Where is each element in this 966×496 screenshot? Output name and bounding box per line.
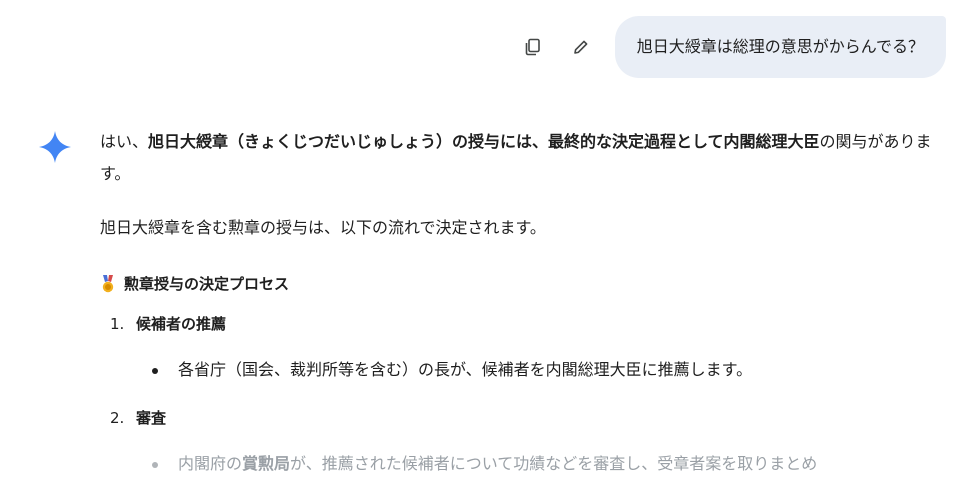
bullet-text-pre: 内閣府の [178, 454, 243, 473]
bullet-text-post: が、推薦された候補者について功績などを審査し、受章者案を取りまとめ [290, 454, 818, 473]
step-number: 1. [110, 315, 125, 333]
user-message-bubble: 旭日大綬章は総理の意思がからんでる？ [614, 16, 946, 78]
bullet-dot [152, 368, 158, 374]
bullet-text: 各省庁（国会、裁判所等を含む）の長が、候補者を内閣総理大臣に推薦します。 [178, 360, 753, 379]
intro-bold-text: 旭日大綬章（きょくじつだいじゅしょう）の授与には、最終的な決定過程として内閣総理… [148, 132, 820, 151]
edit-button[interactable] [561, 27, 601, 67]
step-title: 審査 [136, 409, 167, 427]
copy-icon [525, 38, 540, 56]
bullet-text: 内閣府の賞勲局が、推薦された候補者について功績などを審査し、受章者案を取りまとめ [148, 448, 950, 480]
section-heading: 勲章授与の決定プロセス [100, 268, 950, 300]
pencil-icon [573, 40, 588, 54]
copy-button[interactable] [513, 27, 553, 67]
step-item: 1. 候補者の推薦 各省庁（国会、裁判所等を含む）の長が、候補者を内閣総理大臣に推… [100, 308, 950, 386]
step-item: 2. 審査 内閣府の賞勲局が、推薦された候補者について功績などを審査し、受章者案を… [100, 402, 950, 480]
step-title: 候補者の推薦 [136, 315, 227, 333]
medal-icon [102, 275, 114, 293]
bullet-bold-text: 賞勲局 [242, 454, 291, 473]
step-bullet: 内閣府の賞勲局が、推薦された候補者について功績などを審査し、受章者案を取りまとめ [100, 448, 950, 480]
intro-text-1: はい、 [100, 132, 149, 151]
user-message-row: 旭日大綬章は総理の意思がからんでる？ [513, 16, 946, 78]
sparkle-icon [39, 131, 71, 163]
section-title: 勲章授与の決定プロセス [124, 275, 290, 293]
step-heading: 1. 候補者の推薦 [100, 308, 950, 340]
step-heading: 2. 審査 [100, 402, 950, 434]
process-steps: 1. 候補者の推薦 各省庁（国会、裁判所等を含む）の長が、候補者を内閣総理大臣に推… [100, 308, 950, 480]
bullet-dot [152, 462, 158, 468]
step-number: 2. [110, 409, 125, 427]
response-intro: はい、旭日大綬章（きょくじつだいじゅしょう）の授与には、最終的な決定過程として内… [100, 126, 950, 190]
step-bullet: 各省庁（国会、裁判所等を含む）の長が、候補者を内閣総理大臣に推薦します。 [100, 354, 950, 386]
response-paragraph: 旭日大綬章を含む勲章の授与は、以下の流れで決定されます。 [100, 218, 546, 237]
assistant-response: はい、旭日大綬章（きょくじつだいじゅしょう）の授与には、最終的な決定過程として内… [100, 126, 950, 496]
